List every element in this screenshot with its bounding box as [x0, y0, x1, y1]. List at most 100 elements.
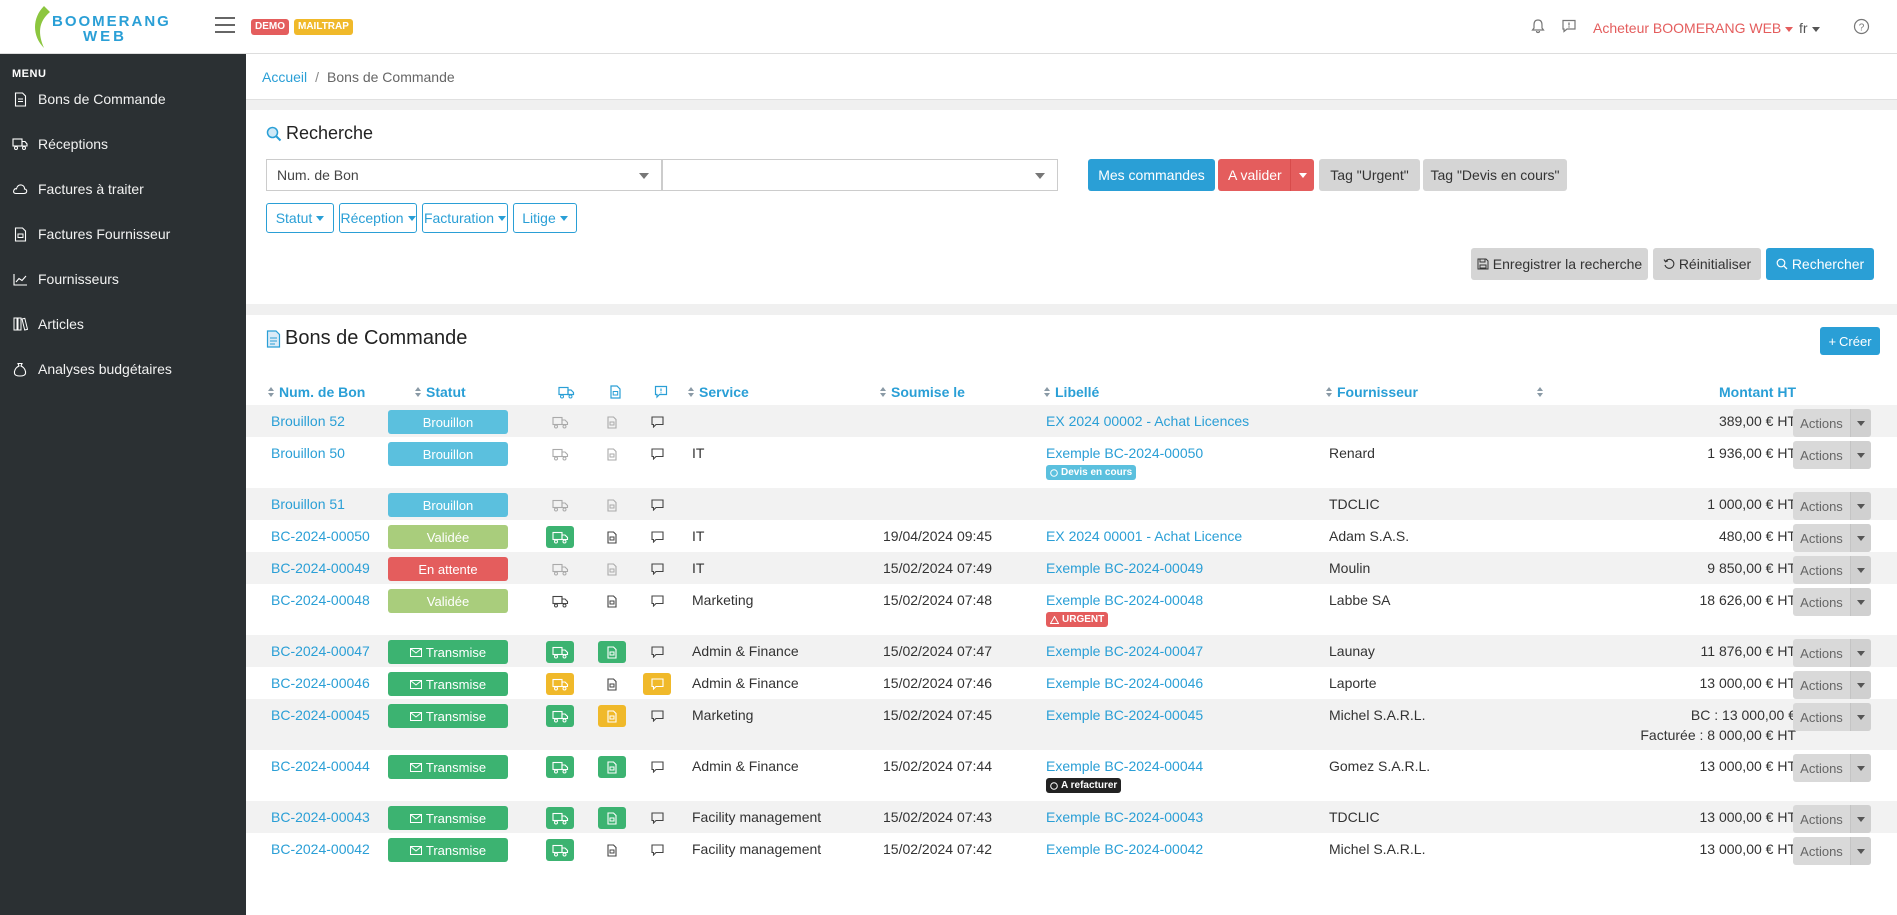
truck-icon[interactable]	[546, 839, 574, 861]
order-number-link[interactable]: Brouillon 52	[271, 413, 345, 429]
chevron-down-icon[interactable]	[1850, 703, 1871, 731]
chevron-down-icon[interactable]	[1850, 639, 1871, 667]
chevron-down-icon[interactable]	[1850, 492, 1871, 520]
message-icon[interactable]	[643, 411, 671, 433]
order-number-link[interactable]: BC-2024-00042	[271, 841, 370, 857]
actions-button[interactable]: Actions	[1793, 805, 1871, 833]
invoice-icon[interactable]	[598, 705, 626, 727]
chevron-down-icon[interactable]	[1850, 671, 1871, 699]
truck-icon[interactable]	[546, 558, 574, 580]
order-label-link[interactable]: Exemple BC-2024-00044	[1046, 758, 1203, 774]
actions-button[interactable]: Actions	[1793, 409, 1871, 437]
order-number-link[interactable]: Brouillon 51	[271, 496, 345, 512]
invoice-icon[interactable]	[598, 641, 626, 663]
chevron-down-icon[interactable]	[1850, 556, 1871, 584]
reset-button[interactable]: Réinitialiser	[1653, 248, 1761, 280]
breadcrumb-home-link[interactable]: Accueil	[262, 69, 307, 85]
chevron-down-icon[interactable]	[1850, 588, 1871, 616]
help-icon[interactable]: ?	[1852, 18, 1870, 36]
column-header-num[interactable]: Num. de Bon	[268, 382, 365, 402]
truck-icon[interactable]	[546, 411, 574, 433]
actions-button[interactable]: Actions	[1793, 837, 1871, 865]
truck-icon[interactable]	[546, 673, 574, 695]
actions-button[interactable]: Actions	[1793, 588, 1871, 616]
message-icon[interactable]	[1560, 18, 1578, 36]
to-validate-button[interactable]: A valider	[1218, 159, 1314, 191]
tag-quote-button[interactable]: Tag "Devis en cours"	[1423, 159, 1567, 191]
invoice-icon[interactable]	[598, 526, 626, 548]
order-number-link[interactable]: BC-2024-00044	[271, 758, 370, 774]
column-header-invoice[interactable]	[610, 382, 621, 402]
truck-icon[interactable]	[546, 590, 574, 612]
save-search-button[interactable]: Enregistrer la recherche	[1471, 248, 1648, 280]
actions-button[interactable]: Actions	[1793, 492, 1871, 520]
invoice-icon[interactable]	[598, 839, 626, 861]
invoice-icon[interactable]	[598, 673, 626, 695]
chevron-down-icon[interactable]	[1850, 524, 1871, 552]
order-label-link[interactable]: Exemple BC-2024-00050	[1046, 445, 1203, 461]
actions-button[interactable]: Actions	[1793, 703, 1871, 731]
column-header-status[interactable]: Statut	[415, 382, 466, 402]
chevron-down-icon[interactable]	[1850, 805, 1871, 833]
actions-button[interactable]: Actions	[1793, 524, 1871, 552]
invoice-icon[interactable]	[598, 443, 626, 465]
truck-icon[interactable]	[546, 641, 574, 663]
truck-icon[interactable]	[546, 756, 574, 778]
order-number-link[interactable]: BC-2024-00046	[271, 675, 370, 691]
user-menu[interactable]: Acheteur BOOMERANG WEB	[1593, 20, 1794, 36]
order-label-link[interactable]: EX 2024 00002 - Achat Licences	[1046, 413, 1249, 429]
order-number-link[interactable]: BC-2024-00047	[271, 643, 370, 659]
order-number-link[interactable]: BC-2024-00045	[271, 707, 370, 723]
message-icon[interactable]	[643, 558, 671, 580]
message-icon[interactable]	[643, 590, 671, 612]
order-label-link[interactable]: Exemple BC-2024-00049	[1046, 560, 1203, 576]
my-orders-button[interactable]: Mes commandes	[1088, 159, 1215, 191]
bell-icon[interactable]	[1529, 18, 1547, 36]
truck-icon[interactable]	[546, 807, 574, 829]
sidebar-item-fournisseurs[interactable]: Fournisseurs	[0, 260, 246, 298]
truck-icon[interactable]	[546, 705, 574, 727]
column-header-label[interactable]: Libellé	[1044, 382, 1099, 402]
order-number-link[interactable]: BC-2024-00049	[271, 560, 370, 576]
search-field-select[interactable]: Num. de Bon	[266, 159, 662, 191]
invoice-icon[interactable]	[598, 807, 626, 829]
filter-facturation[interactable]: Facturation	[422, 203, 508, 233]
actions-button[interactable]: Actions	[1793, 441, 1871, 469]
sidebar-item-articles[interactable]: Articles	[0, 305, 246, 343]
column-header-service[interactable]: Service	[688, 382, 749, 402]
sidebar-item-bons-de-commande[interactable]: Bons de Commande	[0, 80, 246, 118]
message-icon[interactable]	[643, 641, 671, 663]
column-header-supplier[interactable]: Fournisseur	[1326, 382, 1418, 402]
column-header-dispute[interactable]	[654, 382, 668, 402]
truck-icon[interactable]	[546, 526, 574, 548]
boomerang-logo[interactable]: BOOMERANG WEB	[28, 4, 188, 50]
message-icon[interactable]	[643, 839, 671, 861]
truck-icon[interactable]	[546, 443, 574, 465]
chevron-down-icon[interactable]	[1850, 754, 1871, 782]
invoice-icon[interactable]	[598, 756, 626, 778]
tag-urgent-button[interactable]: Tag "Urgent"	[1319, 159, 1420, 191]
message-icon[interactable]	[643, 756, 671, 778]
invoice-icon[interactable]	[598, 558, 626, 580]
invoice-icon[interactable]	[598, 590, 626, 612]
message-icon[interactable]	[643, 526, 671, 548]
sidebar-item-analyses-budgetaires[interactable]: Analyses budgétaires	[0, 350, 246, 388]
order-label-link[interactable]: Exemple BC-2024-00045	[1046, 707, 1203, 723]
invoice-icon[interactable]	[598, 411, 626, 433]
order-label-link[interactable]: Exemple BC-2024-00043	[1046, 809, 1203, 825]
actions-button[interactable]: Actions	[1793, 556, 1871, 584]
column-header-reception[interactable]	[558, 382, 575, 402]
actions-button[interactable]: Actions	[1793, 671, 1871, 699]
order-label-link[interactable]: EX 2024 00001 - Achat Licence	[1046, 528, 1242, 544]
actions-button[interactable]: Actions	[1793, 754, 1871, 782]
sidebar-item-factures-fournisseur[interactable]: Factures Fournisseur	[0, 215, 246, 253]
order-label-link[interactable]: Exemple BC-2024-00046	[1046, 675, 1203, 691]
message-icon[interactable]	[643, 494, 671, 516]
to-validate-dropdown-toggle[interactable]	[1290, 159, 1314, 191]
filter-reception[interactable]: Réception	[339, 203, 417, 233]
order-label-link[interactable]: Exemple BC-2024-00047	[1046, 643, 1203, 659]
search-value-select[interactable]	[662, 159, 1058, 191]
order-number-link[interactable]: BC-2024-00050	[271, 528, 370, 544]
search-submit-button[interactable]: Rechercher	[1766, 248, 1874, 280]
filter-statut[interactable]: Statut	[266, 203, 334, 233]
